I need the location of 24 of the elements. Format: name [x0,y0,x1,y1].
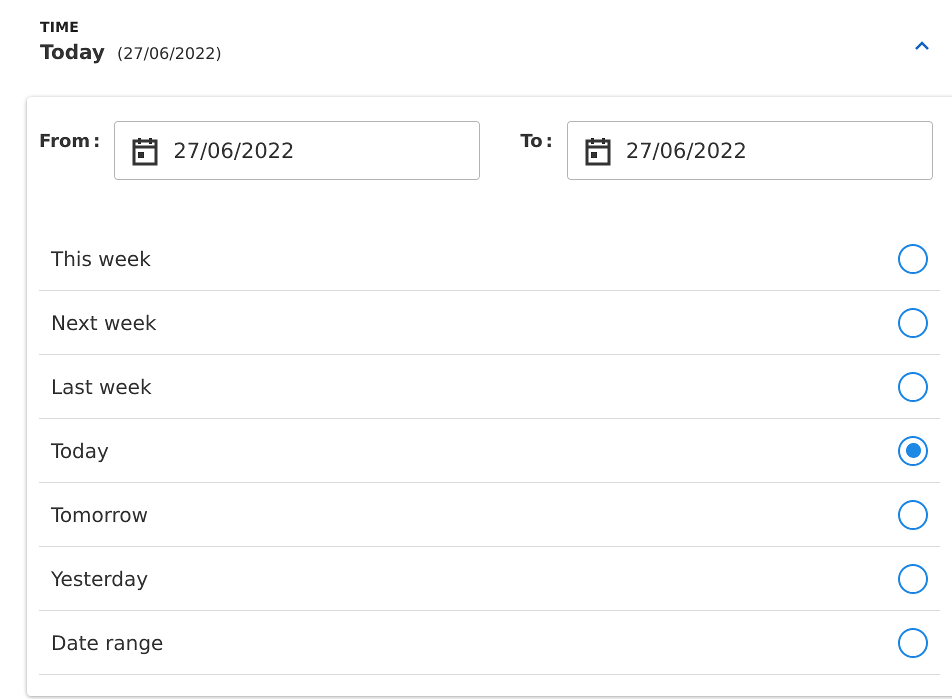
radio-button[interactable] [898,564,928,594]
option-label: Today [51,438,109,462]
radio-button[interactable] [898,372,928,402]
radio-button[interactable] [898,628,928,658]
date-field[interactable]: 27/06/2022 [566,121,933,180]
radio-button[interactable] [898,436,928,466]
collapse-icon[interactable] [914,40,930,52]
calendar-icon [584,136,612,166]
date-field[interactable]: 27/06/2022 [114,121,480,180]
section-label: TIME [40,20,80,36]
radio-button[interactable] [898,308,928,338]
selected-date: (27/06/2022) [116,44,222,63]
calendar-icon [131,136,160,166]
radio-button[interactable] [898,244,928,274]
selected-period: Today [40,40,105,64]
range-label: To : [520,131,553,152]
option-label: Date range [51,630,164,654]
option-label: Yesterday [51,566,148,590]
option-label: This week [51,246,151,270]
range-label: From : [39,131,100,152]
option-label: Tomorrow [51,502,148,526]
option-label: Next week [51,310,156,334]
option-label: Last week [51,374,152,398]
radio-button[interactable] [898,500,928,530]
